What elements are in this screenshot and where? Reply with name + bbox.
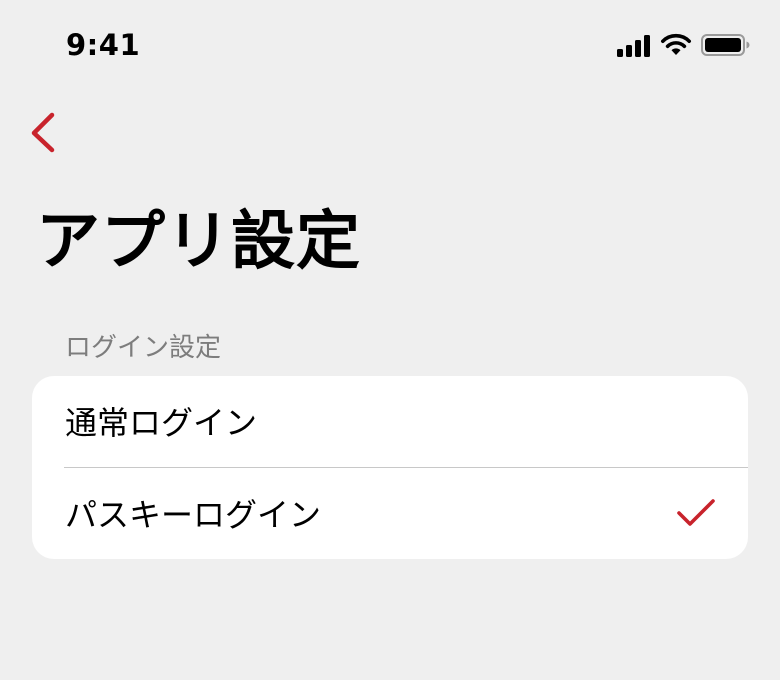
back-button[interactable] [22, 108, 70, 156]
option-passkey-login[interactable]: パスキーログイン [32, 468, 748, 559]
status-time: 9:41 [66, 28, 141, 62]
wifi-icon [661, 33, 691, 55]
login-options-card: 通常ログイン パスキーログイン [32, 376, 748, 559]
battery-icon [701, 34, 750, 56]
page-title: アプリ設定 [36, 205, 361, 279]
option-label: パスキーログイン [65, 496, 322, 534]
chevron-left-icon [31, 112, 55, 153]
section-header-login: ログイン設定 [65, 333, 222, 363]
option-label: 通常ログイン [65, 404, 258, 442]
checkmark-icon [677, 499, 715, 526]
status-bar: 9:41 [0, 0, 780, 92]
signal-icon [617, 35, 650, 57]
option-standard-login[interactable]: 通常ログイン [32, 376, 748, 467]
